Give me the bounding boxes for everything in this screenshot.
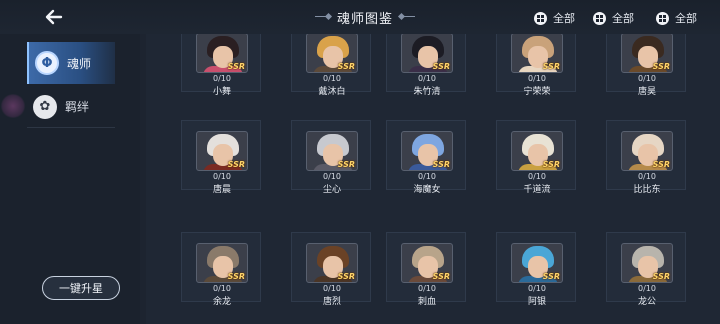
- filter-icon: [534, 11, 547, 25]
- shard-count: 0/10: [418, 172, 436, 181]
- character-portrait: SSR: [401, 34, 453, 73]
- character-card[interactable]: SSR 0/10 小舞: [181, 34, 261, 97]
- character-name: 唐烈: [322, 297, 341, 307]
- character-portrait: SSR: [621, 131, 673, 171]
- shard-count: 0/10: [323, 74, 341, 83]
- filter-label: 全部: [675, 12, 697, 25]
- character-card[interactable]: SSR 0/10 唐烈: [291, 232, 371, 307]
- character-card[interactable]: SSR 0/10 宁荣荣: [496, 34, 576, 97]
- character-portrait: SSR: [306, 243, 358, 283]
- character-portrait: SSR: [401, 131, 453, 171]
- rarity-badge: SSR: [652, 272, 670, 281]
- character-name: 海魔女: [413, 185, 441, 195]
- character-name: 唐晨: [212, 185, 231, 195]
- character-name: 尘心: [322, 185, 341, 195]
- character-card[interactable]: SSR 0/10 刺血: [386, 232, 466, 307]
- tab-label: 羁绊: [65, 100, 90, 114]
- character-name: 比比东: [633, 185, 661, 195]
- rarity-badge: SSR: [432, 62, 450, 71]
- shard-count: 0/10: [528, 74, 546, 83]
- page-title-wrap: 魂师图鉴: [300, 6, 430, 28]
- shard-count: 0/10: [418, 74, 436, 83]
- character-portrait: SSR: [511, 34, 563, 73]
- character-name: 千道流: [523, 185, 551, 195]
- character-card[interactable]: SSR 0/10 千道流: [496, 120, 576, 195]
- filter-dropdown-1[interactable]: 全部: [534, 10, 575, 26]
- tab-bond[interactable]: ✿ 羁绊: [27, 86, 115, 128]
- character-name: 宁荣荣: [523, 87, 551, 97]
- side-decoration-icon: [0, 94, 26, 118]
- character-name: 朱竹清: [413, 87, 441, 97]
- rarity-badge: SSR: [652, 160, 670, 169]
- shard-count: 0/10: [323, 284, 341, 293]
- character-name: 小舞: [212, 87, 231, 97]
- rarity-badge: SSR: [542, 62, 560, 71]
- rarity-badge: SSR: [432, 272, 450, 281]
- character-name: 唐昊: [637, 87, 656, 97]
- shard-count: 0/10: [528, 284, 546, 293]
- character-name: 刺血: [417, 297, 436, 307]
- character-card[interactable]: SSR 0/10 龙公: [606, 232, 686, 307]
- character-portrait: SSR: [401, 243, 453, 283]
- shard-count: 0/10: [638, 284, 656, 293]
- filter-dropdown-2[interactable]: 全部: [593, 10, 634, 26]
- character-portrait: SSR: [621, 34, 673, 73]
- shard-count: 0/10: [528, 172, 546, 181]
- rarity-badge: SSR: [227, 160, 245, 169]
- filter-label: 全部: [612, 12, 634, 25]
- character-name: 戴沐白: [318, 87, 346, 97]
- character-card[interactable]: SSR 0/10 比比东: [606, 120, 686, 195]
- bond-icon: ✿: [33, 94, 57, 119]
- character-portrait: SSR: [306, 34, 358, 73]
- character-portrait: SSR: [621, 243, 673, 283]
- character-card[interactable]: SSR 0/10 戴沐白: [291, 34, 371, 97]
- tab-label: 魂师: [67, 56, 92, 71]
- character-name: 阿银: [527, 297, 546, 307]
- rarity-badge: SSR: [227, 272, 245, 281]
- character-portrait: SSR: [196, 243, 248, 283]
- rarity-badge: SSR: [337, 160, 355, 169]
- rarity-badge: SSR: [432, 160, 450, 169]
- shard-count: 0/10: [213, 284, 231, 293]
- back-arrow-icon[interactable]: [44, 7, 64, 27]
- page-title: 魂师图鉴: [336, 11, 393, 27]
- character-grid: SSR 0/10 小舞 SSR 0/10 戴沐白 SSR 0/10 朱竹清 SSR 0/10 宁荣荣 S…: [146, 34, 720, 324]
- character-card[interactable]: SSR 0/10 余龙: [181, 232, 261, 307]
- shard-count: 0/10: [638, 74, 656, 83]
- character-name: 余龙: [212, 297, 231, 307]
- rarity-badge: SSR: [337, 62, 355, 71]
- shard-count: 0/10: [213, 74, 231, 83]
- filter-icon: [656, 11, 669, 25]
- title-ornament-left-icon: [314, 13, 331, 21]
- character-card[interactable]: SSR 0/10 唐昊: [606, 34, 686, 97]
- character-portrait: SSR: [196, 131, 248, 171]
- filter-label: 全部: [553, 12, 575, 25]
- title-ornament-right-icon: [399, 13, 415, 21]
- shard-count: 0/10: [213, 172, 231, 181]
- rarity-badge: SSR: [227, 62, 245, 71]
- filter-dropdown-3[interactable]: 全部: [656, 10, 697, 26]
- character-card[interactable]: SSR 0/10 朱竹清: [386, 34, 466, 97]
- rarity-badge: SSR: [542, 160, 560, 169]
- character-card[interactable]: SSR 0/10 唐晨: [181, 120, 261, 195]
- shard-count: 0/10: [638, 172, 656, 181]
- tab-soul-master[interactable]: Φ 魂师: [27, 42, 115, 84]
- soul-master-icon: Φ: [35, 51, 59, 75]
- shard-count: 0/10: [323, 172, 341, 181]
- character-portrait: SSR: [511, 131, 563, 171]
- top-bar: 魂师图鉴 全部 全部 全部: [0, 0, 720, 34]
- one-click-upgrade-button[interactable]: 一键升星: [42, 276, 120, 300]
- character-portrait: SSR: [511, 243, 563, 283]
- character-name: 龙公: [637, 297, 656, 307]
- shard-count: 0/10: [418, 284, 436, 293]
- character-card[interactable]: SSR 0/10 阿银: [496, 232, 576, 307]
- character-card[interactable]: SSR 0/10 海魔女: [386, 120, 466, 195]
- rarity-badge: SSR: [337, 272, 355, 281]
- character-card[interactable]: SSR 0/10 尘心: [291, 120, 371, 195]
- rarity-badge: SSR: [652, 62, 670, 71]
- character-portrait: SSR: [196, 34, 248, 73]
- rarity-badge: SSR: [542, 272, 560, 281]
- character-portrait: SSR: [306, 131, 358, 171]
- filter-icon: [593, 11, 606, 25]
